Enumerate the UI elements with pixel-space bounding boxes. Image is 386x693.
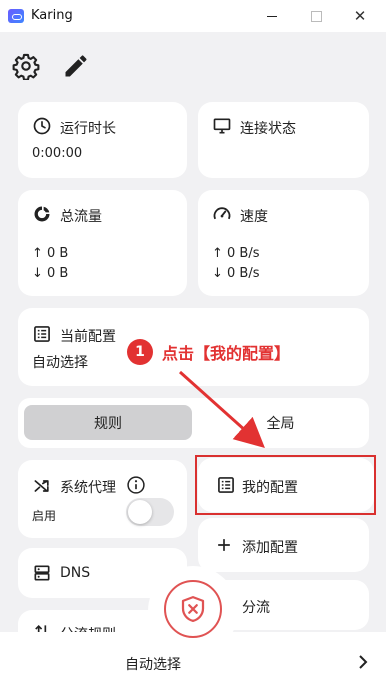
toggle-knob xyxy=(128,500,152,524)
system-proxy-toggle[interactable] xyxy=(126,498,174,526)
connect-button[interactable] xyxy=(164,580,222,638)
add-profile-item[interactable]: 添加配置 xyxy=(198,518,369,572)
maximize-button[interactable] xyxy=(306,6,326,26)
shield-x-icon xyxy=(181,596,205,622)
annotation-step-badge: 1 xyxy=(127,339,153,365)
dns-label: DNS xyxy=(60,565,91,581)
annotation-text: 点击【我的配置】 xyxy=(162,344,291,363)
connection-title: 连接状态 xyxy=(240,121,296,137)
speed-up: ↑ 0 B/s xyxy=(212,246,260,261)
speedometer-icon xyxy=(213,207,231,220)
mode-global-tab[interactable]: 全局 xyxy=(198,405,363,440)
selected-server-label: 自动选择 xyxy=(125,657,181,673)
plus-icon xyxy=(218,539,230,551)
chevron-right-icon xyxy=(359,655,368,669)
speed-title: 速度 xyxy=(240,209,268,225)
info-icon[interactable] xyxy=(126,475,146,495)
shuffle-icon xyxy=(34,480,49,492)
pencil-icon[interactable] xyxy=(62,52,90,80)
current-profile-title: 当前配置 xyxy=(60,329,116,345)
list-icon xyxy=(34,326,50,342)
split-label: 分流 xyxy=(242,600,270,616)
traffic-down: ↓ 0 B xyxy=(32,266,69,281)
mode-switch: 规则 全局 xyxy=(18,398,369,448)
runtime-card: 运行时长 0:00:00 xyxy=(18,102,187,178)
my-profiles-item[interactable]: 我的配置 xyxy=(198,458,374,512)
system-proxy-enable-label: 启用 xyxy=(32,509,57,523)
close-button[interactable]: ✕ xyxy=(350,6,370,26)
speed-card: 速度 ↑ 0 B/s ↓ 0 B/s xyxy=(198,190,369,296)
current-profile-value: 自动选择 xyxy=(32,355,88,371)
runtime-value: 0:00:00 xyxy=(32,146,83,161)
add-profile-label: 添加配置 xyxy=(242,540,298,556)
my-profiles-label: 我的配置 xyxy=(242,480,298,496)
traffic-up: ↑ 0 B xyxy=(32,246,69,261)
monitor-icon xyxy=(213,118,231,134)
speed-down: ↓ 0 B/s xyxy=(212,266,260,281)
clock-icon xyxy=(33,117,51,135)
minimize-button[interactable] xyxy=(262,6,282,26)
runtime-title: 运行时长 xyxy=(60,121,116,137)
system-proxy-card: 系统代理 启用 xyxy=(18,460,187,538)
gear-icon[interactable] xyxy=(12,52,40,80)
total-traffic-card: 总流量 ↑ 0 B ↓ 0 B xyxy=(18,190,187,296)
mode-rule-tab[interactable]: 规则 xyxy=(24,405,192,440)
list-icon xyxy=(218,477,234,493)
traffic-icon xyxy=(34,206,50,222)
server-icon xyxy=(34,565,50,581)
karing-app-icon xyxy=(8,9,24,23)
connection-status-card[interactable]: 连接状态 xyxy=(198,102,369,178)
title-bar: Karing ✕ xyxy=(0,0,386,32)
system-proxy-title: 系统代理 xyxy=(60,480,116,496)
app-title: Karing xyxy=(31,8,73,23)
traffic-title: 总流量 xyxy=(60,209,102,225)
